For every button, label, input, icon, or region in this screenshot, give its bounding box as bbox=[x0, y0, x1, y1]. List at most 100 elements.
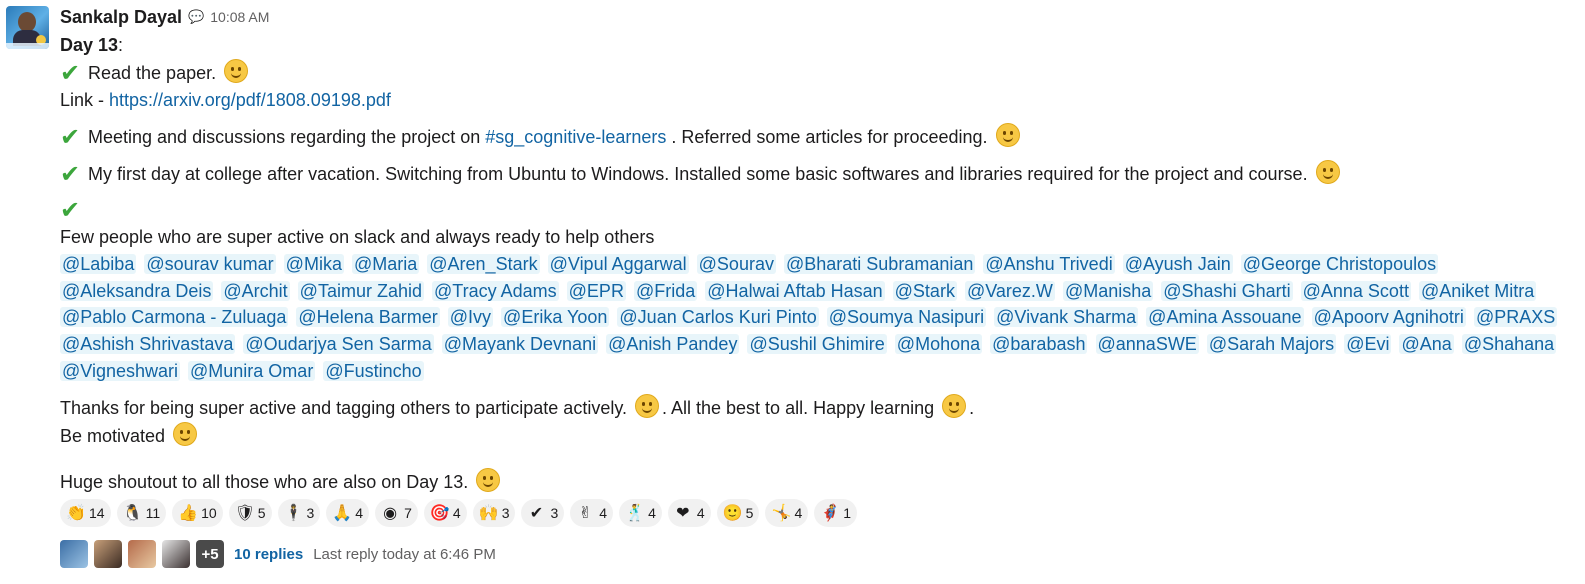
mention-chip[interactable]: @Evi bbox=[1344, 334, 1392, 355]
mention-chip[interactable]: @sourav kumar bbox=[144, 254, 276, 274]
mention-chip[interactable]: @Helena Barmer bbox=[296, 307, 440, 328]
reaction-pill[interactable]: 🎯 4 bbox=[423, 499, 467, 527]
reaction-pill[interactable]: 👏 14 bbox=[60, 499, 111, 527]
more-repliers-badge: +5 bbox=[196, 540, 224, 568]
reaction-pill[interactable]: 🦸 1 bbox=[814, 499, 858, 527]
mention-chip[interactable]: @Erika Yoon bbox=[501, 307, 610, 328]
channel-link[interactable]: #sg_cognitive-learners bbox=[485, 127, 666, 147]
college-line: ✔ My first day at college after vacation.… bbox=[60, 160, 1575, 188]
mention-chip[interactable]: @Juan Carlos Kuri Pinto bbox=[617, 307, 819, 328]
mention-chip[interactable]: @Vipul Aggarwal bbox=[547, 254, 689, 274]
mention-chip[interactable]: @Manisha bbox=[1062, 280, 1154, 301]
reaction-count: 5 bbox=[257, 505, 266, 521]
mention-chip[interactable]: @Varez.W bbox=[964, 280, 1055, 301]
mention-chip[interactable]: @Munira Omar bbox=[188, 360, 316, 381]
thanks-text-2: . All the best to all. Happy learning bbox=[662, 397, 940, 418]
mention-chip[interactable]: @Maria bbox=[351, 254, 420, 274]
day-title-line: Day 13: bbox=[60, 32, 1575, 59]
meeting-line: ✔ Meeting and discussions regarding the p… bbox=[60, 123, 1575, 151]
reply-avatar bbox=[60, 540, 88, 568]
thanks-text-1: Thanks for being super active and taggin… bbox=[60, 397, 632, 418]
mention-chip[interactable]: @annaSWE bbox=[1095, 334, 1199, 355]
check-icon: ✔ bbox=[60, 197, 81, 224]
reaction-pill[interactable]: 🙏 4 bbox=[326, 499, 370, 527]
mention-chip[interactable]: @Ana bbox=[1399, 334, 1454, 355]
mention-chip[interactable]: @Shashi Gharti bbox=[1161, 280, 1293, 301]
mention-chip[interactable]: @Ivy bbox=[447, 307, 494, 328]
mention-chip[interactable]: @Taimur Zahid bbox=[297, 280, 424, 301]
reactions-bar: 👏 14 🐧 11 👍 10 🛡 5 🕴 3 🙏 4 ◉ 7 🎯 4 🙌 3 ✔ 3 ✌ 4 🕺 4 ❤ 4 🙂 5 🤸 4 🦸 1 bbox=[60, 499, 858, 527]
mention-chip[interactable]: @Aleksandra Deis bbox=[60, 280, 214, 301]
reaction-count: 7 bbox=[404, 505, 412, 521]
smiley-icon bbox=[173, 421, 198, 446]
mention-chip[interactable]: @Sushil Ghimire bbox=[747, 334, 887, 355]
mention-chip[interactable]: @Anish Pandey bbox=[606, 334, 740, 355]
mention-chip[interactable]: @Soumya Nasipuri bbox=[826, 307, 987, 328]
mention-chip[interactable]: @Sourav bbox=[696, 254, 776, 274]
reaction-pill[interactable]: ✌ 4 bbox=[570, 499, 614, 527]
dance-icon: 🕺 bbox=[625, 505, 645, 522]
reaction-count: 4 bbox=[794, 505, 803, 521]
reaction-pill[interactable]: 🙂 5 bbox=[716, 499, 760, 527]
replies-link[interactable]: 10 replies bbox=[234, 546, 303, 563]
mention-chip[interactable]: @Aniket Mitra bbox=[1418, 280, 1537, 301]
day-title: Day 13 bbox=[60, 35, 119, 55]
mention-chip[interactable]: @barabash bbox=[990, 334, 1088, 355]
mention-chip[interactable]: @Mika bbox=[283, 254, 344, 274]
reaction-pill[interactable]: 🕺 4 bbox=[619, 499, 662, 527]
mention-chip[interactable]: @George Christopoulos bbox=[1240, 254, 1439, 274]
mention-chip[interactable]: @PRAXS bbox=[1473, 307, 1558, 328]
mention-chip[interactable]: @Tracy Adams bbox=[432, 280, 559, 301]
check-icon: ✔ bbox=[529, 505, 544, 522]
few-people-text: Few people who are super active on slack… bbox=[60, 227, 655, 247]
mention-chip[interactable]: @Labiba bbox=[60, 254, 137, 274]
mention-chip[interactable]: @Shahana bbox=[1461, 334, 1557, 355]
celebrate-icon: 🤸 bbox=[771, 505, 792, 522]
college-text: My first day at college after vacation. … bbox=[88, 164, 1308, 184]
mention-chip[interactable]: @Oudarjya Sen Sarma bbox=[243, 334, 434, 355]
thread-summary[interactable]: +5 10 replies Last reply today at 6:46 P… bbox=[60, 540, 496, 568]
mention-chip[interactable]: @Ashish Shrivastava bbox=[60, 334, 236, 355]
author-avatar[interactable] bbox=[6, 6, 49, 49]
author-name[interactable]: Sankalp Dayal bbox=[60, 7, 182, 28]
thanks-line: Thanks for being super active and taggin… bbox=[60, 393, 1575, 422]
smiley-icon bbox=[635, 393, 659, 418]
mention-chip[interactable]: @Aren_Stark bbox=[427, 254, 540, 274]
reaction-pill[interactable]: 🕴 3 bbox=[277, 499, 321, 527]
reaction-pill[interactable]: ❤ 4 bbox=[667, 499, 711, 527]
reply-avatar bbox=[128, 540, 156, 568]
reaction-count: 3 bbox=[550, 505, 559, 521]
mention-chip[interactable]: @Vivank Sharma bbox=[994, 307, 1139, 328]
check-icon: ✔ bbox=[60, 161, 81, 188]
reaction-pill[interactable]: 🛡 5 bbox=[228, 499, 272, 527]
mention-chip[interactable]: @Frida bbox=[633, 280, 698, 301]
mention-chip[interactable]: @Anna Scott bbox=[1300, 280, 1411, 301]
mention-chip[interactable]: @Amina Assouane bbox=[1146, 307, 1304, 328]
reaction-pill[interactable]: ◉ 7 bbox=[375, 499, 418, 527]
timestamp[interactable]: 10:08 AM bbox=[210, 9, 269, 25]
mention-chip[interactable]: @Apoorv Agnihotri bbox=[1311, 307, 1466, 328]
mention-chip[interactable]: @Ayush Jain bbox=[1122, 254, 1233, 274]
mention-chip[interactable]: @Vigneshwari bbox=[60, 360, 180, 381]
mention-chip[interactable]: @Sarah Majors bbox=[1206, 334, 1337, 355]
reaction-pill[interactable]: 👍 10 bbox=[172, 499, 223, 527]
smiley-icon bbox=[1315, 160, 1340, 184]
reaction-pill[interactable]: ✔ 3 bbox=[521, 499, 565, 527]
reaction-count: 3 bbox=[501, 505, 510, 521]
mention-chip[interactable]: @Archit bbox=[221, 280, 290, 301]
reaction-pill[interactable]: 🐧 11 bbox=[116, 499, 167, 527]
mention-chip[interactable]: @Mayank Devnani bbox=[441, 334, 599, 355]
mention-chip[interactable]: @Stark bbox=[892, 280, 957, 301]
mention-chip[interactable]: @EPR bbox=[566, 280, 626, 301]
mention-chip[interactable]: @Bharati Subramanian bbox=[783, 254, 976, 274]
mention-chip[interactable]: @Halwai Aftab Hasan bbox=[705, 280, 885, 301]
paper-link[interactable]: https://arxiv.org/pdf/1808.09198.pdf bbox=[109, 90, 391, 110]
mention-chip[interactable]: @Pablo Carmona - Zuluaga bbox=[60, 307, 289, 328]
reaction-pill[interactable]: 🤸 4 bbox=[765, 499, 809, 527]
check-icon: ✔ bbox=[60, 124, 81, 151]
mention-chip[interactable]: @Mohona bbox=[894, 334, 983, 355]
mention-chip[interactable]: @Fustincho bbox=[323, 360, 424, 381]
mention-chip[interactable]: @Anshu Trivedi bbox=[983, 254, 1115, 274]
reaction-pill[interactable]: 🙌 3 bbox=[472, 499, 516, 527]
thumbs-up-icon: 👍 bbox=[178, 505, 199, 522]
